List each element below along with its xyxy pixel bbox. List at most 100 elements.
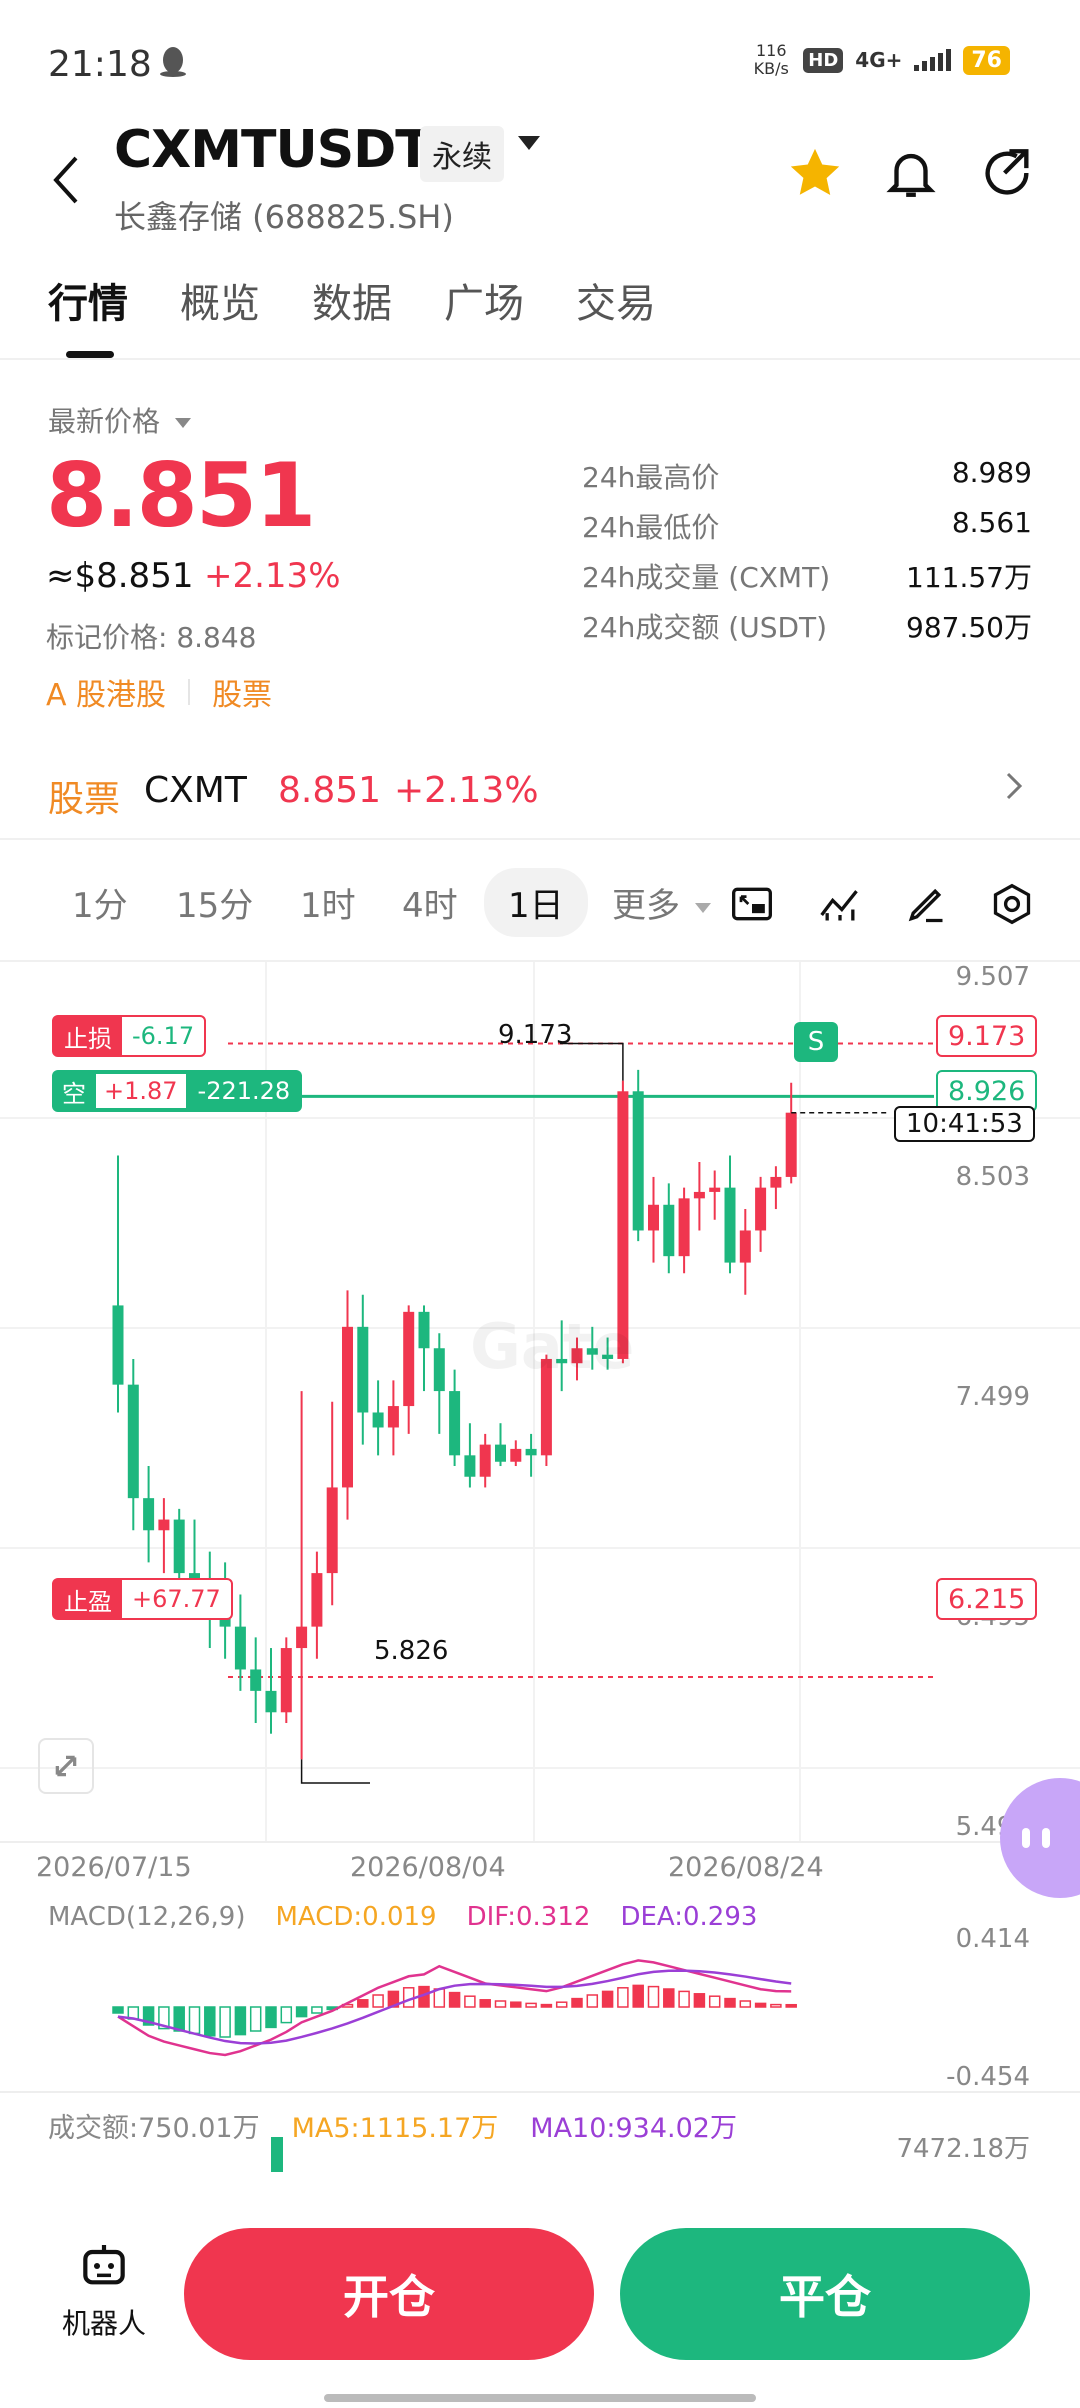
candle-body: [158, 1519, 170, 1531]
mark-price: 标记价格: 8.848: [46, 621, 257, 654]
macd-bar: [112, 2006, 124, 2014]
candle-body: [127, 1384, 139, 1499]
interval-1h[interactable]: 1时: [300, 878, 356, 927]
candle-body: [296, 1626, 308, 1649]
macd-bar: [632, 1984, 644, 2008]
macd-bar: [173, 2006, 185, 2032]
last-price: 8.851: [46, 444, 316, 547]
stop-loss-price-tag: 9.173: [936, 1015, 1038, 1057]
macd-bar: [586, 1994, 599, 2008]
candle-body: [479, 1444, 491, 1477]
symbol-title[interactable]: CXMTUSDT: [114, 120, 431, 180]
tag-stock[interactable]: 股票: [212, 670, 272, 714]
chart-svg[interactable]: [0, 962, 1080, 2182]
candle-body: [663, 1204, 675, 1257]
take-profit-pill[interactable]: 止盈 +67.77: [52, 1578, 233, 1620]
open-position-button[interactable]: 开仓: [184, 2228, 594, 2360]
stats-table: 24h最高价 8.989 24h最低价 8.561 24h成交量 (CXMT) 111…: [582, 456, 1032, 656]
star-icon[interactable]: [786, 144, 844, 202]
network-speed: 116 KB/s: [753, 41, 789, 78]
underlying-ticker-row[interactable]: 股票 CXMT 8.851 +2.13%: [0, 740, 1080, 840]
y-tick-label: 7.499: [955, 1382, 1030, 1412]
tab-overview[interactable]: 概览: [180, 271, 260, 329]
tag-a-hk-stock[interactable]: A 股港股: [46, 670, 166, 714]
usd-price: ≈$8.851: [46, 556, 194, 596]
macd-bar: [510, 2001, 522, 2008]
macd-bar: [448, 1991, 461, 2008]
watermark-logo: Gate: [470, 1310, 635, 1383]
macd-bar: [693, 1993, 706, 2008]
macd-bar: [311, 2006, 323, 2014]
y-tick-label: 8.503: [955, 1162, 1030, 1192]
candle-body: [143, 1498, 155, 1531]
candle-body: [250, 1669, 262, 1691]
floating-assistant-button[interactable]: [1000, 1778, 1080, 1898]
interval-1d[interactable]: 1日: [484, 868, 588, 937]
candle-body: [342, 1326, 353, 1488]
tab-bar: 行情 概览 数据 广场 交易: [0, 265, 1080, 360]
close-position-button[interactable]: 平仓: [620, 2228, 1030, 2360]
macd-bar: [555, 2001, 568, 2008]
tab-data[interactable]: 数据: [312, 271, 392, 329]
tab-market[interactable]: 行情: [48, 271, 128, 329]
robot-button[interactable]: 机器人: [56, 2238, 152, 2342]
draw-pen-icon[interactable]: [904, 882, 948, 926]
candle-body: [525, 1448, 537, 1456]
latest-price-label[interactable]: 最新价格: [48, 400, 191, 440]
macd-bar: [280, 2006, 293, 2024]
candle-body: [173, 1519, 185, 1574]
header: CXMTUSDT 永续 长鑫存储 (688825.SH): [0, 120, 1080, 250]
candle-body: [372, 1412, 384, 1428]
candle-body: [648, 1204, 659, 1231]
stat-row: 24h成交量 (CXMT) 111.57万: [582, 561, 1032, 594]
tag-divider: [188, 679, 191, 705]
candle-body: [449, 1391, 461, 1456]
macd-bottom-label: -0.454: [946, 2062, 1030, 2092]
candle-body: [495, 1444, 506, 1462]
macd-bar: [372, 1994, 384, 2008]
interval-1m[interactable]: 1分: [72, 878, 128, 927]
high-marker-label: 9.173: [498, 1020, 573, 1050]
status-right: 116 KB/s HD 4G+ 76: [751, 42, 1010, 78]
x-tick-label: 2026/08/04: [350, 1852, 506, 1883]
volume-legend: 成交额:750.01万 MA5:1115.17万 MA10:934.02万: [48, 2113, 737, 2144]
bell-icon[interactable]: [882, 144, 940, 202]
interval-15m[interactable]: 15分: [176, 878, 253, 927]
macd-bar: [739, 2000, 752, 2008]
x-tick-label: 2026/07/15: [36, 1852, 192, 1883]
candle-body: [755, 1187, 767, 1231]
penguin-icon: [156, 44, 190, 86]
kline-chart[interactable]: 9.507 8.503 7.499 6.495 5.491 2026/07/15…: [0, 962, 1080, 2182]
macd-bar: [647, 1985, 660, 2008]
take-profit-price-tag: 6.215: [936, 1578, 1038, 1620]
macd-bar: [479, 1999, 491, 2008]
position-pill[interactable]: 空 +1.87 -221.28: [52, 1070, 303, 1112]
tab-square[interactable]: 广场: [444, 271, 524, 329]
hd-badge: HD: [803, 47, 844, 73]
stat-row: 24h最低价 8.561: [582, 506, 1032, 544]
macd-bar: [265, 2006, 277, 2029]
macd-bar: [785, 2003, 797, 2008]
tab-trade[interactable]: 交易: [576, 271, 656, 329]
interval-more[interactable]: 更多: [612, 878, 711, 927]
status-time: 21:18: [48, 44, 152, 85]
expand-icon[interactable]: [38, 1738, 94, 1794]
share-icon[interactable]: [978, 144, 1036, 202]
picture-in-picture-icon[interactable]: [730, 882, 774, 926]
chevron-down-icon[interactable]: [518, 136, 540, 150]
macd-bar: [295, 2006, 308, 2018]
macd-bar: [219, 2006, 231, 2038]
settings-icon[interactable]: [990, 882, 1034, 926]
candle-body: [433, 1348, 445, 1392]
stop-loss-pill[interactable]: 止损 -6.17: [52, 1015, 207, 1057]
ticker-change: +2.13%: [394, 770, 539, 811]
tab-active-indicator: [66, 351, 114, 358]
macd-bar: [204, 2006, 216, 2037]
indicator-icon[interactable]: [818, 882, 862, 926]
ticker-price: 8.851: [278, 770, 382, 811]
signal-marker[interactable]: S: [794, 1022, 838, 1062]
back-arrow-icon[interactable]: [46, 148, 86, 208]
macd-legend: MACD(12,26,9) MACD:0.019 DIF:0.312 DEA:0…: [48, 1902, 758, 1932]
volume-max-label: 7472.18万: [896, 2134, 1030, 2164]
interval-4h[interactable]: 4时: [402, 878, 458, 927]
